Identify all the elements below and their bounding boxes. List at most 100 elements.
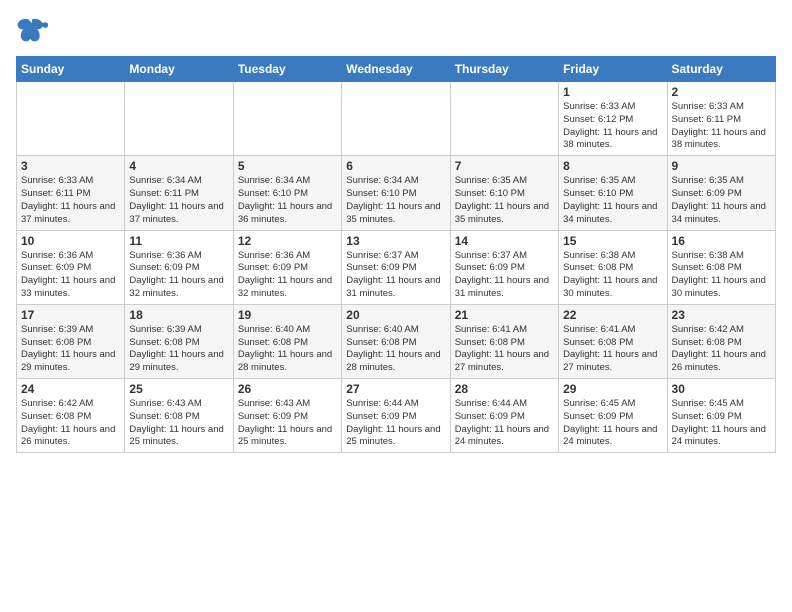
day-number: 10	[21, 234, 120, 248]
day-number: 9	[672, 159, 771, 173]
day-info: Sunrise: 6:40 AM Sunset: 6:08 PM Dayligh…	[238, 324, 337, 375]
weekday-header-friday: Friday	[559, 57, 667, 82]
day-info: Sunrise: 6:33 AM Sunset: 6:12 PM Dayligh…	[563, 101, 662, 152]
calendar-cell: 1Sunrise: 6:33 AM Sunset: 6:12 PM Daylig…	[559, 82, 667, 156]
calendar-cell: 20 Sunrise: 6:40 AM Sunset: 6:08 PM Dayli…	[342, 304, 450, 378]
day-info: Sunrise: 6:36 AM Sunset: 6:09 PM Dayligh…	[129, 250, 228, 301]
weekday-header-sunday: Sunday	[17, 57, 125, 82]
day-info: Sunrise: 6:37 AM Sunset: 6:09 PM Dayligh…	[346, 250, 445, 301]
week-row-4: 17 Sunrise: 6:39 AM Sunset: 6:08 PM Dayli…	[17, 304, 776, 378]
calendar-cell: 21 Sunrise: 6:41 AM Sunset: 6:08 PM Dayli…	[450, 304, 558, 378]
day-number: 6	[346, 159, 445, 173]
calendar-cell: 26 Sunrise: 6:43 AM Sunset: 6:09 PM Dayli…	[233, 379, 341, 453]
day-info: Sunrise: 6:42 AM Sunset: 6:08 PM Dayligh…	[672, 324, 771, 375]
week-row-5: 24 Sunrise: 6:42 AM Sunset: 6:08 PM Dayli…	[17, 379, 776, 453]
day-info: Sunrise: 6:44 AM Sunset: 6:09 PM Dayligh…	[346, 398, 445, 449]
weekday-header-monday: Monday	[125, 57, 233, 82]
calendar-cell	[125, 82, 233, 156]
day-number: 28	[455, 382, 554, 396]
day-info: Sunrise: 6:43 AM Sunset: 6:09 PM Dayligh…	[238, 398, 337, 449]
page-header	[16, 16, 776, 44]
day-info: Sunrise: 6:37 AM Sunset: 6:09 PM Dayligh…	[455, 250, 554, 301]
day-number: 26	[238, 382, 337, 396]
calendar-cell: 17 Sunrise: 6:39 AM Sunset: 6:08 PM Dayli…	[17, 304, 125, 378]
weekday-header-tuesday: Tuesday	[233, 57, 341, 82]
day-number: 29	[563, 382, 662, 396]
calendar-cell: 24 Sunrise: 6:42 AM Sunset: 6:08 PM Dayli…	[17, 379, 125, 453]
day-info: Sunrise: 6:34 AM Sunset: 6:10 PM Dayligh…	[346, 175, 445, 226]
calendar-cell: 3Sunrise: 6:33 AM Sunset: 6:11 PM Daylig…	[17, 156, 125, 230]
weekday-header-thursday: Thursday	[450, 57, 558, 82]
calendar-cell: 22 Sunrise: 6:41 AM Sunset: 6:08 PM Dayli…	[559, 304, 667, 378]
logo	[16, 16, 52, 44]
calendar-cell	[17, 82, 125, 156]
calendar-cell: 7Sunrise: 6:35 AM Sunset: 6:10 PM Daylig…	[450, 156, 558, 230]
day-info: Sunrise: 6:35 AM Sunset: 6:09 PM Dayligh…	[672, 175, 771, 226]
day-info: Sunrise: 6:41 AM Sunset: 6:08 PM Dayligh…	[563, 324, 662, 375]
day-info: Sunrise: 6:35 AM Sunset: 6:10 PM Dayligh…	[563, 175, 662, 226]
day-info: Sunrise: 6:45 AM Sunset: 6:09 PM Dayligh…	[672, 398, 771, 449]
calendar-cell: 10 Sunrise: 6:36 AM Sunset: 6:09 PM Dayli…	[17, 230, 125, 304]
calendar-cell: 19 Sunrise: 6:40 AM Sunset: 6:08 PM Dayli…	[233, 304, 341, 378]
day-number: 18	[129, 308, 228, 322]
day-number: 14	[455, 234, 554, 248]
calendar-cell: 29 Sunrise: 6:45 AM Sunset: 6:09 PM Dayli…	[559, 379, 667, 453]
day-number: 5	[238, 159, 337, 173]
day-info: Sunrise: 6:44 AM Sunset: 6:09 PM Dayligh…	[455, 398, 554, 449]
day-info: Sunrise: 6:34 AM Sunset: 6:11 PM Dayligh…	[129, 175, 228, 226]
day-number: 20	[346, 308, 445, 322]
calendar-cell: 28 Sunrise: 6:44 AM Sunset: 6:09 PM Dayli…	[450, 379, 558, 453]
day-number: 11	[129, 234, 228, 248]
calendar-cell: 25 Sunrise: 6:43 AM Sunset: 6:08 PM Dayli…	[125, 379, 233, 453]
day-number: 24	[21, 382, 120, 396]
day-number: 17	[21, 308, 120, 322]
calendar-cell: 18 Sunrise: 6:39 AM Sunset: 6:08 PM Dayli…	[125, 304, 233, 378]
day-info: Sunrise: 6:41 AM Sunset: 6:08 PM Dayligh…	[455, 324, 554, 375]
calendar-cell: 6 Sunrise: 6:34 AM Sunset: 6:10 PM Daylig…	[342, 156, 450, 230]
day-number: 27	[346, 382, 445, 396]
calendar-cell: 5 Sunrise: 6:34 AM Sunset: 6:10 PM Daylig…	[233, 156, 341, 230]
calendar-cell: 30 Sunrise: 6:45 AM Sunset: 6:09 PM Dayli…	[667, 379, 775, 453]
calendar-cell: 14 Sunrise: 6:37 AM Sunset: 6:09 PM Dayli…	[450, 230, 558, 304]
calendar-cell: 9 Sunrise: 6:35 AM Sunset: 6:09 PM Daylig…	[667, 156, 775, 230]
weekday-header-saturday: Saturday	[667, 57, 775, 82]
calendar-cell	[233, 82, 341, 156]
day-info: Sunrise: 6:42 AM Sunset: 6:08 PM Dayligh…	[21, 398, 120, 449]
day-info: Sunrise: 6:38 AM Sunset: 6:08 PM Dayligh…	[672, 250, 771, 301]
day-number: 16	[672, 234, 771, 248]
day-info: Sunrise: 6:33 AM Sunset: 6:11 PM Dayligh…	[672, 101, 771, 152]
calendar-cell: 4 Sunrise: 6:34 AM Sunset: 6:11 PM Daylig…	[125, 156, 233, 230]
day-info: Sunrise: 6:36 AM Sunset: 6:09 PM Dayligh…	[238, 250, 337, 301]
day-info: Sunrise: 6:38 AM Sunset: 6:08 PM Dayligh…	[563, 250, 662, 301]
day-number: 12	[238, 234, 337, 248]
day-info: Sunrise: 6:33 AM Sunset: 6:11 PM Dayligh…	[21, 175, 120, 226]
day-info: Sunrise: 6:39 AM Sunset: 6:08 PM Dayligh…	[129, 324, 228, 375]
day-info: Sunrise: 6:45 AM Sunset: 6:09 PM Dayligh…	[563, 398, 662, 449]
day-info: Sunrise: 6:39 AM Sunset: 6:08 PM Dayligh…	[21, 324, 120, 375]
week-row-1: 1Sunrise: 6:33 AM Sunset: 6:12 PM Daylig…	[17, 82, 776, 156]
day-number: 13	[346, 234, 445, 248]
day-number: 23	[672, 308, 771, 322]
day-number: 15	[563, 234, 662, 248]
week-row-2: 3Sunrise: 6:33 AM Sunset: 6:11 PM Daylig…	[17, 156, 776, 230]
calendar-table: SundayMondayTuesdayWednesdayThursdayFrid…	[16, 56, 776, 453]
calendar-cell: 27 Sunrise: 6:44 AM Sunset: 6:09 PM Dayli…	[342, 379, 450, 453]
logo-icon	[16, 16, 48, 44]
calendar-cell: 8Sunrise: 6:35 AM Sunset: 6:10 PM Daylig…	[559, 156, 667, 230]
calendar-cell: 13 Sunrise: 6:37 AM Sunset: 6:09 PM Dayli…	[342, 230, 450, 304]
day-number: 25	[129, 382, 228, 396]
day-number: 21	[455, 308, 554, 322]
day-number: 30	[672, 382, 771, 396]
day-number: 4	[129, 159, 228, 173]
day-info: Sunrise: 6:40 AM Sunset: 6:08 PM Dayligh…	[346, 324, 445, 375]
calendar-cell: 11 Sunrise: 6:36 AM Sunset: 6:09 PM Dayli…	[125, 230, 233, 304]
calendar-cell: 16 Sunrise: 6:38 AM Sunset: 6:08 PM Dayli…	[667, 230, 775, 304]
day-info: Sunrise: 6:36 AM Sunset: 6:09 PM Dayligh…	[21, 250, 120, 301]
weekday-header-wednesday: Wednesday	[342, 57, 450, 82]
day-info: Sunrise: 6:34 AM Sunset: 6:10 PM Dayligh…	[238, 175, 337, 226]
day-number: 19	[238, 308, 337, 322]
calendar-cell	[450, 82, 558, 156]
day-number: 22	[563, 308, 662, 322]
calendar-cell: 15 Sunrise: 6:38 AM Sunset: 6:08 PM Dayli…	[559, 230, 667, 304]
day-info: Sunrise: 6:43 AM Sunset: 6:08 PM Dayligh…	[129, 398, 228, 449]
